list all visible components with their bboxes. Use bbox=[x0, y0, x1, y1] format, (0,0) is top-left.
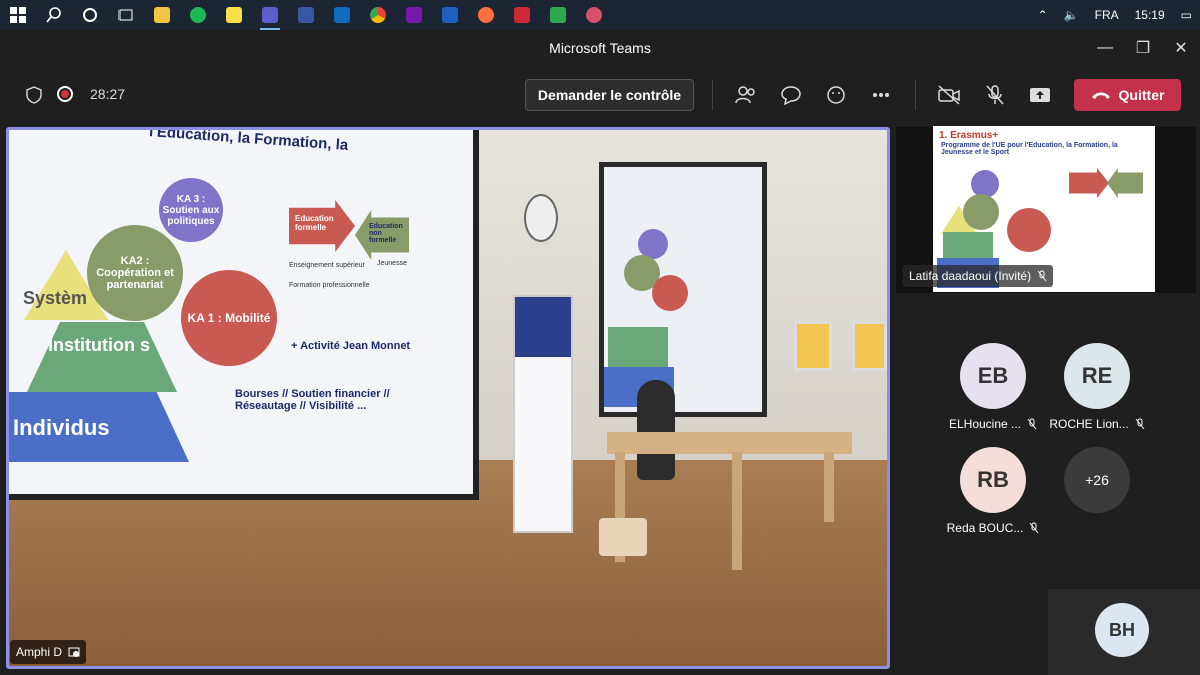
gear-ka3: KA 3 : Soutien aux politiques bbox=[159, 178, 223, 242]
mic-off-icon bbox=[1029, 522, 1039, 534]
slide-edu-formelle: Education formelle bbox=[295, 214, 334, 232]
projected-slide-right bbox=[599, 162, 767, 417]
stage-participant-label: Amphi D bbox=[10, 640, 87, 664]
windows-taskbar: ⌃ 🔈 FRA 15:19 ▭ bbox=[0, 0, 1200, 30]
slide-edu-non-formelle: Education non formelle bbox=[369, 223, 403, 244]
chat-icon[interactable] bbox=[779, 83, 803, 107]
windows-start-icon[interactable] bbox=[0, 0, 36, 30]
main-video-stage[interactable]: l'Education, la Formation, la Systèm Ins… bbox=[6, 127, 890, 669]
presenter bbox=[637, 380, 675, 480]
more-participants-button[interactable]: +26 bbox=[1064, 447, 1130, 513]
mic-off-icon bbox=[1027, 418, 1037, 430]
participant-tile[interactable]: RE ROCHE Lion... bbox=[1037, 343, 1157, 453]
camera-off-icon[interactable] bbox=[937, 83, 961, 107]
meeting-toolbar: 28:27 Demander le contrôle Quitter bbox=[0, 66, 1200, 124]
pyramid-small bbox=[608, 327, 668, 367]
gear-ka1: KA 1 : Mobilité bbox=[181, 270, 277, 366]
teams-icon[interactable] bbox=[252, 0, 288, 30]
visio-icon[interactable] bbox=[288, 0, 324, 30]
participant-name-row: ROCHE Lion... bbox=[1049, 417, 1145, 431]
task-view-icon[interactable] bbox=[108, 0, 144, 30]
avatar: RE bbox=[1064, 343, 1130, 409]
sticky-notes-icon[interactable] bbox=[216, 0, 252, 30]
slide-header-text: l'Education, la Formation, la bbox=[148, 127, 349, 154]
participant-name: ELHoucine ... bbox=[948, 417, 1022, 431]
search-icon[interactable] bbox=[36, 0, 72, 30]
clock[interactable]: 15:19 bbox=[1135, 8, 1165, 22]
close-icon[interactable]: ✕ bbox=[1162, 30, 1200, 66]
file-explorer-icon[interactable] bbox=[144, 0, 180, 30]
request-control-button[interactable]: Demander le contrôle bbox=[525, 79, 694, 111]
share-slide-title: 1. Erasmus+ bbox=[939, 130, 999, 141]
more-options-icon[interactable] bbox=[869, 83, 893, 107]
share-screen-icon[interactable] bbox=[1028, 83, 1052, 107]
app-icon[interactable] bbox=[540, 0, 576, 30]
cortana-icon[interactable] bbox=[72, 0, 108, 30]
leave-button[interactable]: Quitter bbox=[1074, 79, 1181, 111]
onenote-icon[interactable] bbox=[396, 0, 432, 30]
avatar: RB bbox=[960, 447, 1026, 513]
participant-tile[interactable]: RB Reda BOUC... bbox=[933, 447, 1053, 557]
participant-name-row: Reda BOUC... bbox=[947, 521, 1040, 535]
reactions-icon[interactable] bbox=[824, 83, 848, 107]
slide-individus-label: Individus bbox=[13, 415, 110, 440]
notifications-icon[interactable]: ▭ bbox=[1181, 8, 1192, 22]
outlook-icon[interactable] bbox=[324, 0, 360, 30]
recording-icon bbox=[57, 86, 73, 102]
participant-tile[interactable]: EB ELHoucine ... bbox=[933, 343, 1053, 453]
room-window bbox=[852, 321, 887, 371]
participant-name: Reda BOUC... bbox=[946, 521, 1024, 535]
chrome-icon[interactable] bbox=[360, 0, 396, 30]
wall-clock bbox=[524, 194, 558, 242]
minimize-icon[interactable]: — bbox=[1086, 30, 1124, 66]
vscode-icon[interactable] bbox=[432, 0, 468, 30]
zotero-icon[interactable] bbox=[504, 0, 540, 30]
avatar: EB bbox=[960, 343, 1026, 409]
title-bar: Microsoft Teams — ❐ ✕ bbox=[0, 30, 1200, 66]
hang-up-icon bbox=[1091, 92, 1110, 99]
mic-off-icon[interactable] bbox=[983, 83, 1007, 107]
app2-icon[interactable] bbox=[576, 0, 612, 30]
slide-jean-monnet: + Activité Jean Monnet bbox=[291, 340, 411, 352]
slide-jeunesse: Jeunesse bbox=[377, 260, 407, 267]
meeting-timer: 28:27 bbox=[90, 86, 126, 102]
share-slide-subtitle: Programme de l'UE pour l'Education, la F… bbox=[941, 142, 1118, 156]
gear-small bbox=[652, 275, 688, 311]
toolbar-divider bbox=[712, 80, 713, 110]
toolbar-divider bbox=[915, 80, 916, 110]
participant-name: ROCHE Lion... bbox=[1049, 417, 1129, 431]
room-window bbox=[794, 321, 832, 371]
slide-bullet-1: Enseignement supérieur bbox=[289, 262, 365, 269]
self-avatar: BH bbox=[1095, 603, 1149, 657]
participants-icon[interactable] bbox=[734, 83, 758, 107]
mic-off-icon bbox=[1135, 418, 1145, 430]
participant-name-row: ELHoucine ... bbox=[949, 417, 1037, 431]
gear-ka2: KA2 : Coopération et partenariat bbox=[87, 225, 183, 321]
erasmus-banner bbox=[513, 295, 573, 533]
pyramid-middle bbox=[27, 322, 177, 392]
firefox-icon[interactable] bbox=[468, 0, 504, 30]
content-share-icon bbox=[68, 647, 80, 657]
presenter-table bbox=[607, 432, 852, 454]
mic-off-icon bbox=[1037, 270, 1047, 282]
language-indicator[interactable]: FRA bbox=[1095, 8, 1119, 22]
basket bbox=[599, 518, 647, 556]
window-title: Microsoft Teams bbox=[549, 40, 651, 56]
slide-institutions-label: Institution s bbox=[48, 335, 150, 355]
slide-bourses: Bourses // Soutien financier // Réseauta… bbox=[235, 388, 390, 412]
leave-label: Quitter bbox=[1118, 87, 1165, 103]
chevron-up-icon[interactable]: ⌃ bbox=[1038, 8, 1048, 22]
presenter-name: Latifa daadaoui (Invité) bbox=[909, 269, 1032, 283]
stage-participant-name: Amphi D bbox=[16, 645, 63, 659]
restore-icon[interactable]: ❐ bbox=[1124, 30, 1162, 66]
slide-bullet-2: Formation professionnelle bbox=[289, 282, 370, 289]
shared-content-presenter: Latifa daadaoui (Invité) bbox=[903, 265, 1054, 287]
volume-icon[interactable]: 🔈 bbox=[1064, 8, 1079, 22]
spotify-icon[interactable] bbox=[180, 0, 216, 30]
shield-icon[interactable] bbox=[26, 86, 42, 104]
slide-system-label: Systèm bbox=[23, 288, 88, 308]
projected-slide-left: l'Education, la Formation, la Systèm Ins… bbox=[9, 130, 479, 500]
